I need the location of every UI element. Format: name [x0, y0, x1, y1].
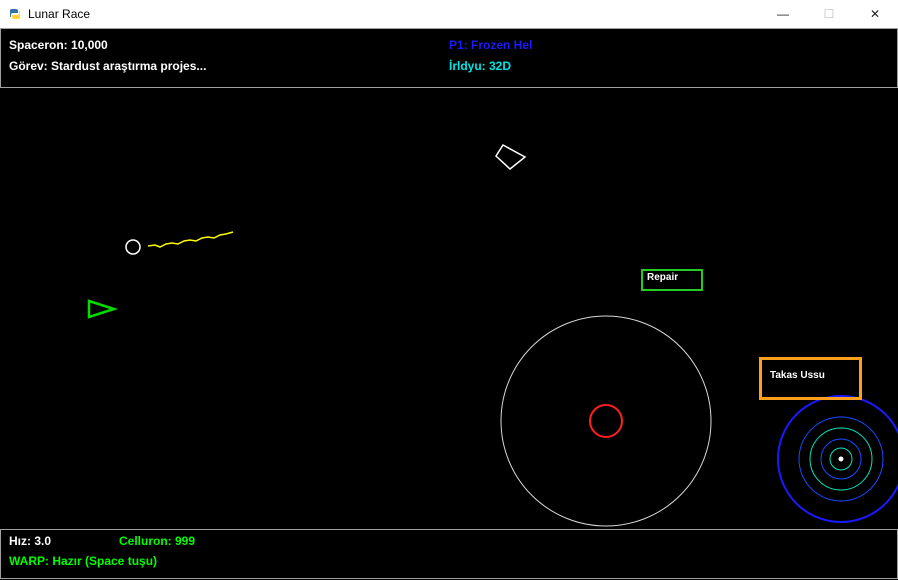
window-title: Lunar Race — [28, 7, 91, 21]
iridyu-readout: İrldyu: 32D — [449, 59, 512, 73]
celluron-readout: Celluron: 999 — [119, 534, 196, 548]
asteroid-shape — [495, 144, 527, 170]
mission-readout: Görev: Stardust araştırma projes... — [9, 59, 207, 73]
close-button[interactable]: ✕ — [852, 0, 898, 28]
minimize-button[interactable]: — — [760, 0, 806, 28]
snake-icon — [8, 7, 22, 21]
trade-label-text: Takas Ussu — [770, 370, 825, 381]
repair-label-text: Repair — [647, 272, 679, 283]
window-controls: — ☐ ✕ — [760, 0, 898, 28]
repair-station-label[interactable]: Repair — [641, 269, 703, 291]
spaceron-readout: Spaceron: 10,000 — [9, 38, 108, 52]
station-outer-ring — [777, 395, 898, 523]
player-readout: P1: Frozen Hel — [449, 38, 533, 52]
maximize-button[interactable]: ☐ — [806, 0, 852, 28]
top-hud-panel: Spaceron: 10,000 Görev: Stardust araştır… — [0, 28, 898, 88]
planet-core — [589, 404, 623, 438]
game-playfield[interactable]: Repair Takas Ussu — [0, 88, 898, 528]
warp-status: WARP: Hazır (Space tuşu) — [9, 554, 158, 568]
speed-readout: Hız: 3.0 — [9, 534, 52, 548]
bottom-hud-panel: Hız: 3.0 Celluron: 999 WARP: Hazır (Spac… — [0, 529, 898, 579]
trade-station-label[interactable]: Takas Ussu — [759, 357, 862, 400]
moon-circle — [125, 239, 141, 255]
station-center-dot — [838, 456, 844, 462]
planet-orbit-ring — [500, 315, 712, 527]
laser-trail — [147, 231, 234, 248]
player-ship-icon — [87, 299, 119, 319]
window-titlebar: Lunar Race — ☐ ✕ — [0, 0, 898, 28]
